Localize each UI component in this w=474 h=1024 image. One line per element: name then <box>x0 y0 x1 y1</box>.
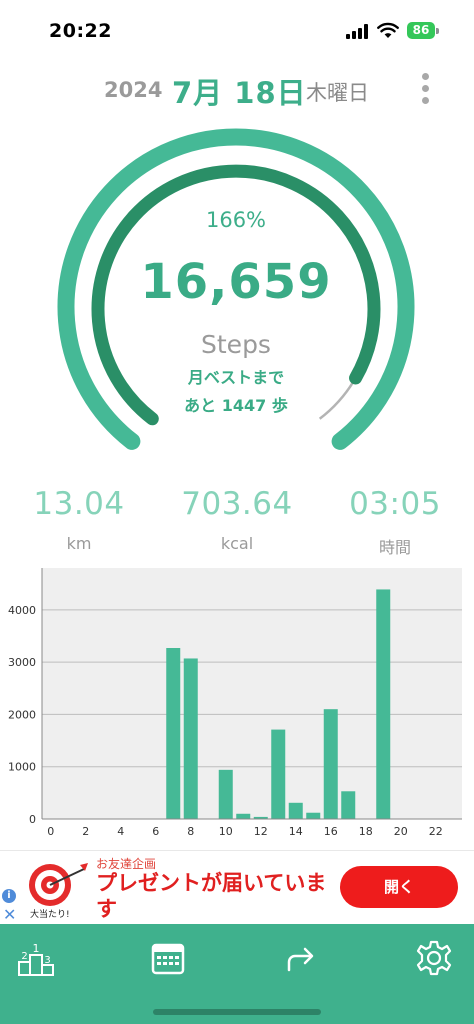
battery-cap <box>436 28 439 34</box>
tab-bar: 1 2 3 <box>0 924 474 1024</box>
ad-headline[interactable]: プレゼントが届いています <box>96 870 332 922</box>
monthly-best-note: 月ベストまで あと 1447 歩 <box>46 364 426 420</box>
wifi-icon <box>377 22 399 38</box>
distance-value: 13.04 <box>33 486 125 522</box>
monthly-best-line1: 月ベストまで <box>187 368 285 387</box>
distance-label: km <box>66 534 92 553</box>
cellular-signal-icon <box>346 24 370 39</box>
hourly-steps-chart: 0 1000 2000 3000 4000 0 2 4 6 8 10 12 14 16 18 20 22 <box>0 560 474 846</box>
date-year: 2024 <box>104 78 163 102</box>
duration-label: 時間 <box>378 538 411 557</box>
chart-xtick-label: 12 <box>254 825 268 838</box>
chart-bar <box>376 589 391 819</box>
target-logo-icon: 大当たり! <box>29 863 88 919</box>
date-weekday: 木曜日 <box>306 81 369 105</box>
svg-text:3: 3 <box>44 955 50 966</box>
step-unit: Steps <box>201 330 271 359</box>
calories-value: 703.64 <box>181 486 293 522</box>
duration-stat: 03:05 時間 <box>316 486 474 558</box>
chart-plot-area <box>42 568 462 819</box>
stats-row: 13.04 km 703.64 kcal 03:05 時間 <box>0 486 474 558</box>
ad-open-button[interactable]: 開く <box>340 866 458 908</box>
chart-svg: 0 1000 2000 3000 4000 0 2 4 6 8 10 12 14 16 18 20 22 <box>8 568 462 838</box>
chart-bar <box>218 769 233 819</box>
chart-bar <box>323 709 338 819</box>
settings-gear-icon[interactable] <box>414 938 454 978</box>
chart-xtick-label: 6 <box>152 825 159 838</box>
chart-ytick-label: 0 <box>29 813 36 826</box>
chart-xtick-label: 16 <box>324 825 338 838</box>
chart-xtick-label: 20 <box>394 825 408 838</box>
step-count: 16,659 <box>140 254 332 310</box>
date-day[interactable]: 7月 18日 <box>172 70 307 112</box>
ad-close-icon[interactable]: ✕ <box>3 905 16 924</box>
chart-bar <box>271 729 286 819</box>
duration-value: 03:05 <box>349 486 441 522</box>
ad-banner[interactable]: i ✕ 大当たり! お友達企画 プレゼントが届いています 開く <box>0 850 474 925</box>
chart-xtick-label: 14 <box>289 825 303 838</box>
chart-ytick-label: 2000 <box>8 708 36 721</box>
chart-bar <box>341 791 356 819</box>
ranking-podium-icon[interactable]: 1 2 3 <box>16 938 56 978</box>
svg-text:1: 1 <box>33 942 40 955</box>
calendar-icon[interactable] <box>148 938 188 978</box>
chart-xtick-label: 4 <box>117 825 124 838</box>
home-indicator <box>153 1009 321 1015</box>
more-options-icon[interactable] <box>414 70 438 106</box>
distance-stat: 13.04 km <box>0 486 158 553</box>
svg-text:2: 2 <box>21 951 27 962</box>
chart-ytick-label: 1000 <box>8 761 36 774</box>
date-header: 2024 7月 18日 木曜日 <box>0 68 474 110</box>
goal-percent: 166% <box>205 208 267 232</box>
step-gauge: 166% 16,659 Steps 月ベストまで あと 1447 歩 <box>46 108 426 468</box>
status-time: 20:22 <box>49 20 112 42</box>
chart-ytick-label: 4000 <box>8 604 36 617</box>
chart-xtick-label: 18 <box>359 825 373 838</box>
chart-bar <box>288 802 303 819</box>
chart-bar <box>166 648 181 819</box>
chart-bar <box>306 812 321 819</box>
calories-label: kcal <box>220 534 254 553</box>
calories-stat: 703.64 kcal <box>158 486 316 553</box>
monthly-best-line2: あと 1447 歩 <box>184 396 288 415</box>
chart-xtick-label: 22 <box>429 825 443 838</box>
chart-xtick-label: 2 <box>82 825 89 838</box>
chart-xtick-label: 0 <box>47 825 54 838</box>
status-bar: 20:22 86 <box>0 0 474 60</box>
chart-xtick-label: 8 <box>187 825 194 838</box>
chart-xtick-label: 10 <box>219 825 233 838</box>
chart-bar <box>236 813 251 819</box>
chart-ytick-label: 3000 <box>8 656 36 669</box>
ad-logo-caption: 大当たり! <box>30 908 70 919</box>
battery-icon: 86 <box>407 22 435 39</box>
share-arrow-icon[interactable] <box>280 938 320 978</box>
ad-info-icon[interactable]: i <box>2 889 16 903</box>
chart-bar <box>183 658 198 819</box>
